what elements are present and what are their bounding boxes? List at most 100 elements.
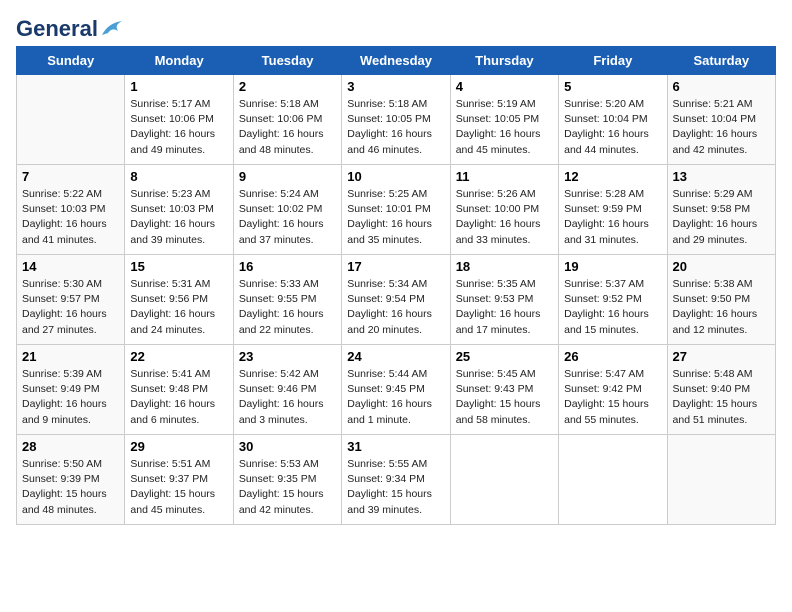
calendar-cell: 23 Sunrise: 5:42 AM Sunset: 9:46 PM Dayli… bbox=[233, 345, 341, 435]
calendar-cell: 19 Sunrise: 5:37 AM Sunset: 9:52 PM Dayli… bbox=[559, 255, 667, 345]
day-info: Sunrise: 5:18 AM Sunset: 10:06 PM Daylig… bbox=[239, 97, 336, 158]
day-header-tuesday: Tuesday bbox=[233, 47, 341, 75]
day-number: 22 bbox=[130, 349, 227, 364]
day-number: 18 bbox=[456, 259, 553, 274]
day-header-saturday: Saturday bbox=[667, 47, 775, 75]
day-number: 28 bbox=[22, 439, 119, 454]
calendar-cell: 30 Sunrise: 5:53 AM Sunset: 9:35 PM Dayli… bbox=[233, 435, 341, 525]
day-info: Sunrise: 5:55 AM Sunset: 9:34 PM Dayligh… bbox=[347, 457, 444, 518]
calendar-week-3: 14 Sunrise: 5:30 AM Sunset: 9:57 PM Dayli… bbox=[17, 255, 776, 345]
calendar-cell: 1 Sunrise: 5:17 AM Sunset: 10:06 PM Dayli… bbox=[125, 75, 233, 165]
calendar-cell: 21Sunrise: 5:39 AM Sunset: 9:49 PM Dayli… bbox=[17, 345, 125, 435]
calendar-week-1: 1 Sunrise: 5:17 AM Sunset: 10:06 PM Dayli… bbox=[17, 75, 776, 165]
calendar-cell: 7Sunrise: 5:22 AM Sunset: 10:03 PM Dayli… bbox=[17, 165, 125, 255]
calendar-cell: 22 Sunrise: 5:41 AM Sunset: 9:48 PM Dayli… bbox=[125, 345, 233, 435]
day-info: Sunrise: 5:37 AM Sunset: 9:52 PM Dayligh… bbox=[564, 277, 661, 338]
day-header-thursday: Thursday bbox=[450, 47, 558, 75]
day-info: Sunrise: 5:23 AM Sunset: 10:03 PM Daylig… bbox=[130, 187, 227, 248]
calendar-cell bbox=[450, 435, 558, 525]
day-info: Sunrise: 5:38 AM Sunset: 9:50 PM Dayligh… bbox=[673, 277, 770, 338]
calendar-cell: 2 Sunrise: 5:18 AM Sunset: 10:06 PM Dayli… bbox=[233, 75, 341, 165]
day-info: Sunrise: 5:31 AM Sunset: 9:56 PM Dayligh… bbox=[130, 277, 227, 338]
calendar-cell: 5Sunrise: 5:20 AM Sunset: 10:04 PM Dayli… bbox=[559, 75, 667, 165]
day-info: Sunrise: 5:44 AM Sunset: 9:45 PM Dayligh… bbox=[347, 367, 444, 428]
calendar-cell: 26 Sunrise: 5:47 AM Sunset: 9:42 PM Dayli… bbox=[559, 345, 667, 435]
day-info: Sunrise: 5:17 AM Sunset: 10:06 PM Daylig… bbox=[130, 97, 227, 158]
day-number: 6 bbox=[673, 79, 770, 94]
calendar-cell: 27 Sunrise: 5:48 AM Sunset: 9:40 PM Dayli… bbox=[667, 345, 775, 435]
day-header-friday: Friday bbox=[559, 47, 667, 75]
calendar-cell bbox=[17, 75, 125, 165]
calendar-header-row: SundayMondayTuesdayWednesdayThursdayFrid… bbox=[17, 47, 776, 75]
day-info: Sunrise: 5:21 AM Sunset: 10:04 PM Daylig… bbox=[673, 97, 770, 158]
calendar-cell: 11Sunrise: 5:26 AM Sunset: 10:00 PM Dayl… bbox=[450, 165, 558, 255]
calendar-cell: 15 Sunrise: 5:31 AM Sunset: 9:56 PM Dayli… bbox=[125, 255, 233, 345]
page-header: General bbox=[16, 16, 776, 38]
logo-bird-icon bbox=[100, 21, 122, 39]
day-header-monday: Monday bbox=[125, 47, 233, 75]
calendar-cell: 17 Sunrise: 5:34 AM Sunset: 9:54 PM Dayli… bbox=[342, 255, 450, 345]
calendar-cell: 31 Sunrise: 5:55 AM Sunset: 9:34 PM Dayli… bbox=[342, 435, 450, 525]
day-number: 13 bbox=[673, 169, 770, 184]
calendar-cell: 10 Sunrise: 5:25 AM Sunset: 10:01 PM Dayl… bbox=[342, 165, 450, 255]
day-info: Sunrise: 5:48 AM Sunset: 9:40 PM Dayligh… bbox=[673, 367, 770, 428]
calendar-cell: 24 Sunrise: 5:44 AM Sunset: 9:45 PM Dayli… bbox=[342, 345, 450, 435]
day-number: 25 bbox=[456, 349, 553, 364]
day-number: 26 bbox=[564, 349, 661, 364]
day-number: 15 bbox=[130, 259, 227, 274]
calendar-cell: 29 Sunrise: 5:51 AM Sunset: 9:37 PM Dayli… bbox=[125, 435, 233, 525]
day-info: Sunrise: 5:51 AM Sunset: 9:37 PM Dayligh… bbox=[130, 457, 227, 518]
calendar-week-5: 28 Sunrise: 5:50 AM Sunset: 9:39 PM Dayli… bbox=[17, 435, 776, 525]
logo-text: General bbox=[16, 16, 122, 42]
day-number: 8 bbox=[130, 169, 227, 184]
logo: General bbox=[16, 16, 122, 38]
day-info: Sunrise: 5:42 AM Sunset: 9:46 PM Dayligh… bbox=[239, 367, 336, 428]
calendar-week-2: 7Sunrise: 5:22 AM Sunset: 10:03 PM Dayli… bbox=[17, 165, 776, 255]
calendar-cell: 18 Sunrise: 5:35 AM Sunset: 9:53 PM Dayli… bbox=[450, 255, 558, 345]
day-info: Sunrise: 5:30 AM Sunset: 9:57 PM Dayligh… bbox=[22, 277, 119, 338]
day-info: Sunrise: 5:28 AM Sunset: 9:59 PM Dayligh… bbox=[564, 187, 661, 248]
day-number: 24 bbox=[347, 349, 444, 364]
day-info: Sunrise: 5:41 AM Sunset: 9:48 PM Dayligh… bbox=[130, 367, 227, 428]
day-info: Sunrise: 5:50 AM Sunset: 9:39 PM Dayligh… bbox=[22, 457, 119, 518]
calendar-cell: 3Sunrise: 5:18 AM Sunset: 10:05 PM Dayli… bbox=[342, 75, 450, 165]
calendar-cell: 9 Sunrise: 5:24 AM Sunset: 10:02 PM Dayli… bbox=[233, 165, 341, 255]
day-info: Sunrise: 5:25 AM Sunset: 10:01 PM Daylig… bbox=[347, 187, 444, 248]
calendar-cell: 4Sunrise: 5:19 AM Sunset: 10:05 PM Dayli… bbox=[450, 75, 558, 165]
day-info: Sunrise: 5:18 AM Sunset: 10:05 PM Daylig… bbox=[347, 97, 444, 158]
day-info: Sunrise: 5:29 AM Sunset: 9:58 PM Dayligh… bbox=[673, 187, 770, 248]
day-number: 1 bbox=[130, 79, 227, 94]
day-info: Sunrise: 5:47 AM Sunset: 9:42 PM Dayligh… bbox=[564, 367, 661, 428]
calendar-cell: 8 Sunrise: 5:23 AM Sunset: 10:03 PM Dayli… bbox=[125, 165, 233, 255]
day-number: 16 bbox=[239, 259, 336, 274]
day-number: 31 bbox=[347, 439, 444, 454]
day-info: Sunrise: 5:39 AM Sunset: 9:49 PM Dayligh… bbox=[22, 367, 119, 428]
day-number: 5 bbox=[564, 79, 661, 94]
day-number: 23 bbox=[239, 349, 336, 364]
day-info: Sunrise: 5:19 AM Sunset: 10:05 PM Daylig… bbox=[456, 97, 553, 158]
day-number: 10 bbox=[347, 169, 444, 184]
day-info: Sunrise: 5:24 AM Sunset: 10:02 PM Daylig… bbox=[239, 187, 336, 248]
day-number: 17 bbox=[347, 259, 444, 274]
day-info: Sunrise: 5:33 AM Sunset: 9:55 PM Dayligh… bbox=[239, 277, 336, 338]
day-number: 30 bbox=[239, 439, 336, 454]
day-number: 2 bbox=[239, 79, 336, 94]
calendar-cell: 20Sunrise: 5:38 AM Sunset: 9:50 PM Dayli… bbox=[667, 255, 775, 345]
day-number: 9 bbox=[239, 169, 336, 184]
day-info: Sunrise: 5:53 AM Sunset: 9:35 PM Dayligh… bbox=[239, 457, 336, 518]
day-number: 19 bbox=[564, 259, 661, 274]
day-number: 27 bbox=[673, 349, 770, 364]
calendar-cell bbox=[667, 435, 775, 525]
day-info: Sunrise: 5:35 AM Sunset: 9:53 PM Dayligh… bbox=[456, 277, 553, 338]
calendar-week-4: 21Sunrise: 5:39 AM Sunset: 9:49 PM Dayli… bbox=[17, 345, 776, 435]
day-info: Sunrise: 5:45 AM Sunset: 9:43 PM Dayligh… bbox=[456, 367, 553, 428]
calendar-cell: 13 Sunrise: 5:29 AM Sunset: 9:58 PM Dayli… bbox=[667, 165, 775, 255]
day-number: 14 bbox=[22, 259, 119, 274]
calendar-table: SundayMondayTuesdayWednesdayThursdayFrid… bbox=[16, 46, 776, 525]
day-info: Sunrise: 5:34 AM Sunset: 9:54 PM Dayligh… bbox=[347, 277, 444, 338]
day-header-sunday: Sunday bbox=[17, 47, 125, 75]
day-number: 12 bbox=[564, 169, 661, 184]
calendar-cell: 25 Sunrise: 5:45 AM Sunset: 9:43 PM Dayli… bbox=[450, 345, 558, 435]
calendar-cell bbox=[559, 435, 667, 525]
day-number: 29 bbox=[130, 439, 227, 454]
